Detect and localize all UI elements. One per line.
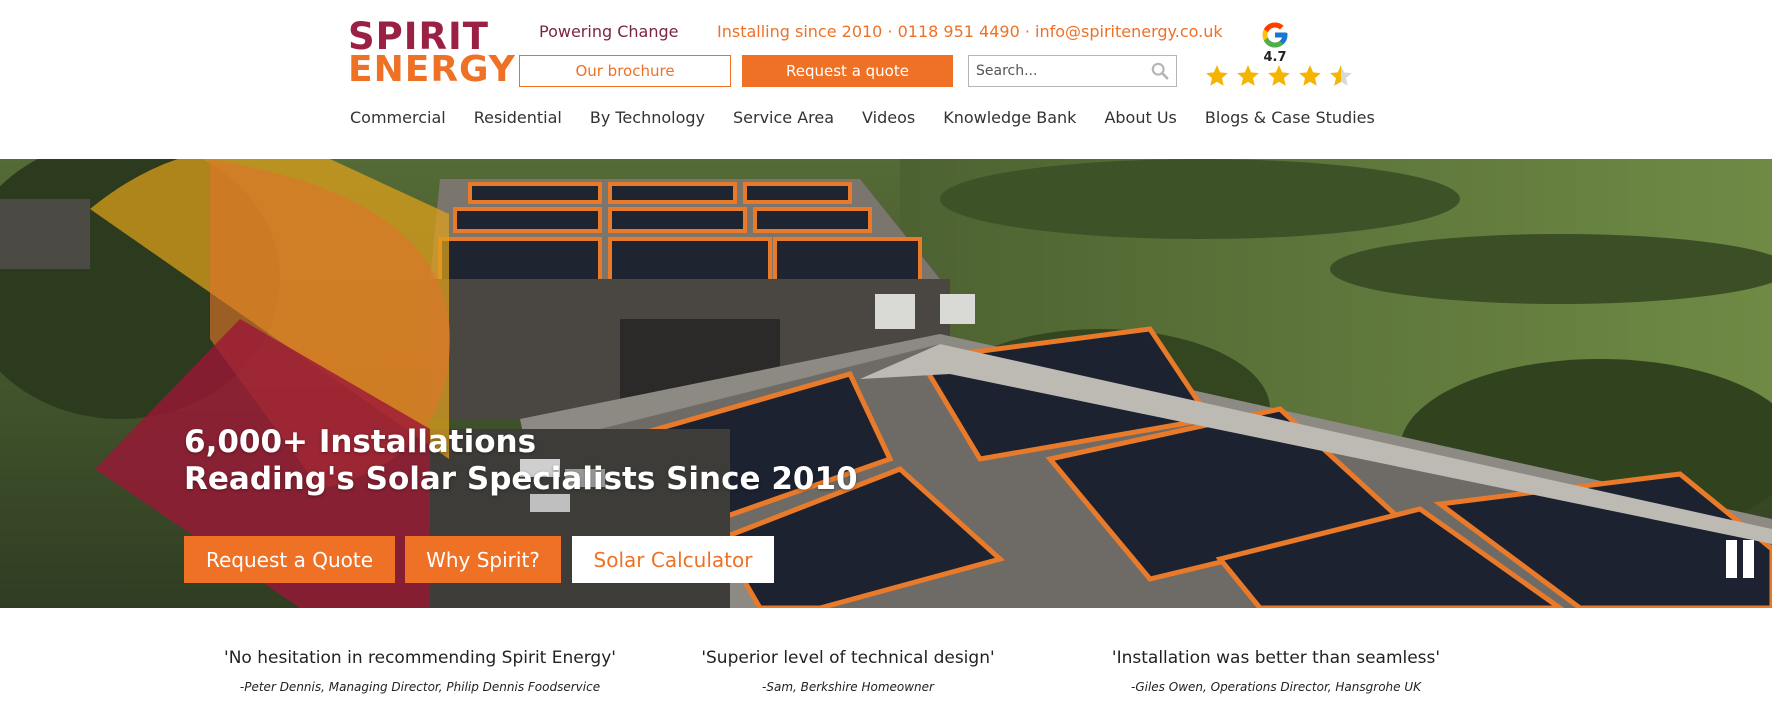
nav-item-videos[interactable]: Videos xyxy=(862,108,915,127)
nav-item-residential[interactable]: Residential xyxy=(474,108,562,127)
logo-text-energy: ENERGY xyxy=(348,49,516,90)
star-icon xyxy=(1299,65,1321,86)
pause-video-icon[interactable] xyxy=(1726,540,1756,578)
google-rating-widget[interactable]: 4.7 xyxy=(1204,20,1352,90)
nav-item-blogs-case-studies[interactable]: Blogs & Case Studies xyxy=(1205,108,1375,127)
google-icon xyxy=(1262,22,1288,48)
testimonial-author: -Peter Dennis, Managing Director, Philip… xyxy=(239,680,601,694)
star-icon xyxy=(1237,65,1259,86)
hero-headline-line1: 6,000+ Installations xyxy=(184,424,537,460)
half-star-icon xyxy=(1330,65,1352,86)
hero-solar-calculator-button[interactable]: Solar Calculator xyxy=(572,536,774,583)
testimonial-author: -Giles Owen, Operations Director, Hansgr… xyxy=(1131,680,1421,694)
hero-video-banner: 6,000+ Installations Reading's Solar Spe… xyxy=(0,159,1772,608)
search-input[interactable] xyxy=(969,56,1149,86)
star-icon xyxy=(1268,65,1290,86)
testimonial-quote: 'No hesitation in recommending Spirit En… xyxy=(224,648,616,668)
search-box xyxy=(968,55,1177,87)
star-icon xyxy=(1206,65,1228,86)
tagline: Powering Change xyxy=(539,22,679,41)
testimonial-author: -Sam, Berkshire Homeowner xyxy=(762,680,934,694)
nav-item-by-technology[interactable]: By Technology xyxy=(590,108,705,127)
hero-headline-line2: Reading's Solar Specialists Since 2010 xyxy=(184,461,858,497)
hero-why-spirit-button[interactable]: Why Spirit? xyxy=(405,536,561,583)
nav-item-commercial[interactable]: Commercial xyxy=(350,108,446,127)
testimonial-item: 'Installation was better than seamless' … xyxy=(1066,648,1486,694)
testimonial-item: 'Superior level of technical design' -Sa… xyxy=(638,648,1058,694)
star-rating xyxy=(1204,63,1354,89)
nav-item-knowledge-bank[interactable]: Knowledge Bank xyxy=(943,108,1076,127)
spirit-energy-logo[interactable]: SPIRIT ENERGY xyxy=(348,18,515,88)
search-icon[interactable] xyxy=(1151,62,1169,80)
testimonials-strip: 'No hesitation in recommending Spirit En… xyxy=(0,608,1772,728)
nav-item-service-area[interactable]: Service Area xyxy=(733,108,834,127)
site-header: SPIRIT ENERGY Powering Change Installing… xyxy=(0,0,1772,159)
testimonial-quote: 'Installation was better than seamless' xyxy=(1111,648,1441,668)
contact-info[interactable]: Installing since 2010 · 0118 951 4490 · … xyxy=(717,22,1223,41)
hero-request-quote-button[interactable]: Request a Quote xyxy=(184,536,395,583)
nav-item-about-us[interactable]: About Us xyxy=(1104,108,1176,127)
testimonial-quote: 'Superior level of technical design' xyxy=(701,648,995,668)
main-nav: Commercial Residential By Technology Ser… xyxy=(350,108,1403,127)
request-quote-button[interactable]: Request a quote xyxy=(742,55,953,87)
testimonial-item: 'No hesitation in recommending Spirit En… xyxy=(210,648,630,694)
hero-headline: 6,000+ Installations Reading's Solar Spe… xyxy=(184,424,858,498)
brochure-button[interactable]: Our brochure xyxy=(519,55,731,87)
